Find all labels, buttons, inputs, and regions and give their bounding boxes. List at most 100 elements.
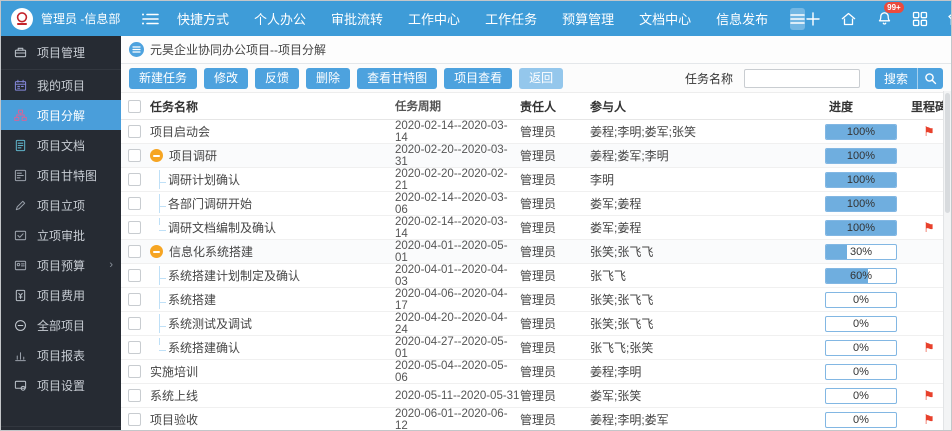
- tree-connector: [159, 182, 166, 183]
- nav-item-4[interactable]: 工作任务: [485, 9, 537, 28]
- scrollbar-thumb[interactable]: [945, 93, 950, 213]
- sidebar-item-10[interactable]: 项目报表: [1, 340, 121, 370]
- more-menu-icon[interactable]: [790, 7, 806, 30]
- sidebar-item-8[interactable]: 项目费用: [1, 280, 121, 310]
- tree-connector: [159, 350, 166, 351]
- toolbar-button-1[interactable]: 修改: [204, 67, 249, 89]
- nav-item-0[interactable]: 快捷方式: [177, 9, 229, 28]
- sidebar-collapse-icon[interactable]: [141, 12, 161, 26]
- task-name-input[interactable]: [743, 68, 860, 88]
- plus-icon[interactable]: [805, 11, 821, 27]
- sidebar-item-11[interactable]: 项目设置: [1, 370, 121, 400]
- table-header: 任务名称 任务周期 责任人 参与人 进度 里程碑: [121, 93, 951, 120]
- table-row[interactable]: 项目启动会 2020-02-14--2020-03-14 管理员 姜程;李明;娄军;张…: [121, 120, 951, 144]
- nav-item-3[interactable]: 工作中心: [408, 9, 460, 28]
- row-checkbox[interactable]: [127, 365, 141, 378]
- sidebar-item-label: 项目报表: [37, 348, 86, 363]
- sidebar-item-3[interactable]: 项目文档: [1, 130, 121, 160]
- nav-item-5[interactable]: 预算管理: [562, 9, 614, 28]
- row-checkbox[interactable]: [127, 125, 141, 138]
- table-row[interactable]: 系统搭建 2020-04-06--2020-04-17 管理员 张笑;张飞飞 0%: [121, 288, 951, 312]
- milestone-flag-icon: ⚑: [923, 387, 935, 403]
- search-button[interactable]: 搜索: [874, 67, 943, 89]
- task-owner: 管理员: [520, 245, 557, 259]
- sidebar-item-2[interactable]: 项目分解: [1, 100, 121, 130]
- row-checkbox[interactable]: [127, 413, 141, 426]
- toolbar-button-2[interactable]: 反馈: [255, 67, 300, 89]
- row-checkbox[interactable]: [127, 341, 141, 354]
- table-row[interactable]: 调研计划确认 2020-02-20--2020-02-21 管理员 李明 100%: [121, 168, 951, 192]
- task-owner: 管理员: [520, 149, 557, 163]
- project-icon: [129, 42, 144, 57]
- row-checkbox[interactable]: [127, 221, 141, 234]
- sidebar-item-0[interactable]: 项目管理: [1, 36, 121, 70]
- nav-item-7[interactable]: 信息发布: [716, 9, 768, 28]
- budget-icon: [14, 259, 27, 272]
- column-task-name: 任务名称: [150, 99, 199, 114]
- task-owner: 管理员: [520, 269, 557, 283]
- progress-value: 0%: [853, 365, 869, 378]
- progress-value: 0%: [853, 389, 869, 402]
- progress-bar: 0%: [825, 291, 897, 308]
- sidebar-item-7[interactable]: 项目预算 ›: [1, 250, 121, 280]
- table-row[interactable]: 系统上线 2020-05-11--2020-05-31 管理员 娄军;张笑 0% ⚑: [121, 384, 951, 408]
- task-owner: 管理员: [520, 389, 557, 403]
- toolbar-button-3[interactable]: 删除: [306, 67, 351, 89]
- toolbar-button-5[interactable]: 项目查看: [444, 67, 513, 89]
- sidebar-item-9[interactable]: 全部项目: [1, 310, 121, 340]
- row-checkbox[interactable]: [127, 245, 141, 258]
- task-participants: 张飞飞;张笑: [590, 341, 654, 355]
- shirt-icon[interactable]: [947, 11, 951, 27]
- column-participants: 参与人: [590, 99, 627, 114]
- table-row[interactable]: 系统搭建确认 2020-04-27--2020-05-01 管理员 张飞飞;张笑 0% ⚑: [121, 336, 951, 360]
- toolbar-button-0[interactable]: 新建任务: [129, 67, 198, 89]
- sidebar-item-4[interactable]: 项目甘特图: [1, 160, 121, 190]
- row-checkbox[interactable]: [127, 389, 141, 402]
- table-row[interactable]: 信息化系统搭建 2020-04-01--2020-05-01 管理员 张笑;张飞飞 30…: [121, 240, 951, 264]
- collapse-toggle-icon[interactable]: [150, 245, 163, 258]
- tree-connector: [159, 290, 160, 309]
- nav-item-6[interactable]: 文档中心: [639, 9, 691, 28]
- row-checkbox[interactable]: [127, 269, 141, 282]
- nav-item-1[interactable]: 个人办公: [254, 9, 306, 28]
- search-label: 任务名称: [684, 71, 733, 86]
- table-row[interactable]: 实施培训 2020-05-04--2020-05-06 管理员 姜程;李明 0%: [121, 360, 951, 384]
- notification-badge: 99+: [884, 2, 904, 13]
- table-row[interactable]: 项目验收 2020-06-01--2020-06-12 管理员 姜程;李明;娄军 0% ⚑: [121, 408, 951, 430]
- task-name: 信息化系统搭建: [169, 245, 254, 259]
- nav-item-2[interactable]: 审批流转: [331, 9, 383, 28]
- table-row[interactable]: 系统测试及调试 2020-04-20--2020-04-24 管理员 张笑;张飞飞 0%: [121, 312, 951, 336]
- select-all-checkbox[interactable]: [127, 99, 141, 113]
- table-row[interactable]: 调研文档编制及确认 2020-02-14--2020-03-14 管理员 娄军;姜程 1…: [121, 216, 951, 240]
- tree-connector: [159, 314, 160, 333]
- toolbar-button-4[interactable]: 查看甘特图: [357, 67, 438, 89]
- progress-value: 100%: [846, 221, 876, 234]
- row-checkbox[interactable]: [127, 173, 141, 186]
- task-name: 系统上线: [150, 389, 199, 403]
- row-checkbox[interactable]: [127, 293, 141, 306]
- progress-bar: 0%: [825, 411, 897, 428]
- sidebar-divider: [1, 426, 121, 430]
- row-checkbox[interactable]: [127, 149, 141, 162]
- row-checkbox[interactable]: [127, 317, 141, 330]
- row-checkbox[interactable]: [127, 197, 141, 210]
- sidebar-item-5[interactable]: 项目立项: [1, 190, 121, 220]
- home-icon[interactable]: [840, 11, 857, 27]
- table-body: 项目启动会 2020-02-14--2020-03-14 管理员 姜程;李明;娄军;张…: [121, 120, 951, 430]
- sidebar-item-1[interactable]: 我的项目: [1, 70, 121, 100]
- chevron-right-icon: ›: [109, 259, 113, 271]
- table-row[interactable]: 项目调研 2020-02-20--2020-03-31 管理员 姜程;娄军;李明 100…: [121, 144, 951, 168]
- task-period: 2020-02-14--2020-03-06: [395, 191, 508, 216]
- task-period: 2020-04-20--2020-04-24: [395, 311, 508, 336]
- task-name: 项目验收: [150, 413, 199, 427]
- toolbar-button-6[interactable]: 返回: [519, 67, 564, 89]
- sidebar-item-6[interactable]: 立项审批: [1, 220, 121, 250]
- bell-icon[interactable]: 99+: [876, 2, 904, 27]
- table-row[interactable]: 各部门调研开始 2020-02-14--2020-03-06 管理员 娄军;姜程 100…: [121, 192, 951, 216]
- table-row[interactable]: 系统搭建计划制定及确认 2020-04-01--2020-04-03 管理员 张飞飞 6…: [121, 264, 951, 288]
- topbar-actions: 99+: [805, 2, 951, 27]
- progress-value: 30%: [849, 245, 873, 258]
- collapse-toggle-icon[interactable]: [150, 149, 163, 162]
- grid-icon[interactable]: [912, 11, 928, 27]
- vertical-scrollbar[interactable]: [943, 91, 951, 430]
